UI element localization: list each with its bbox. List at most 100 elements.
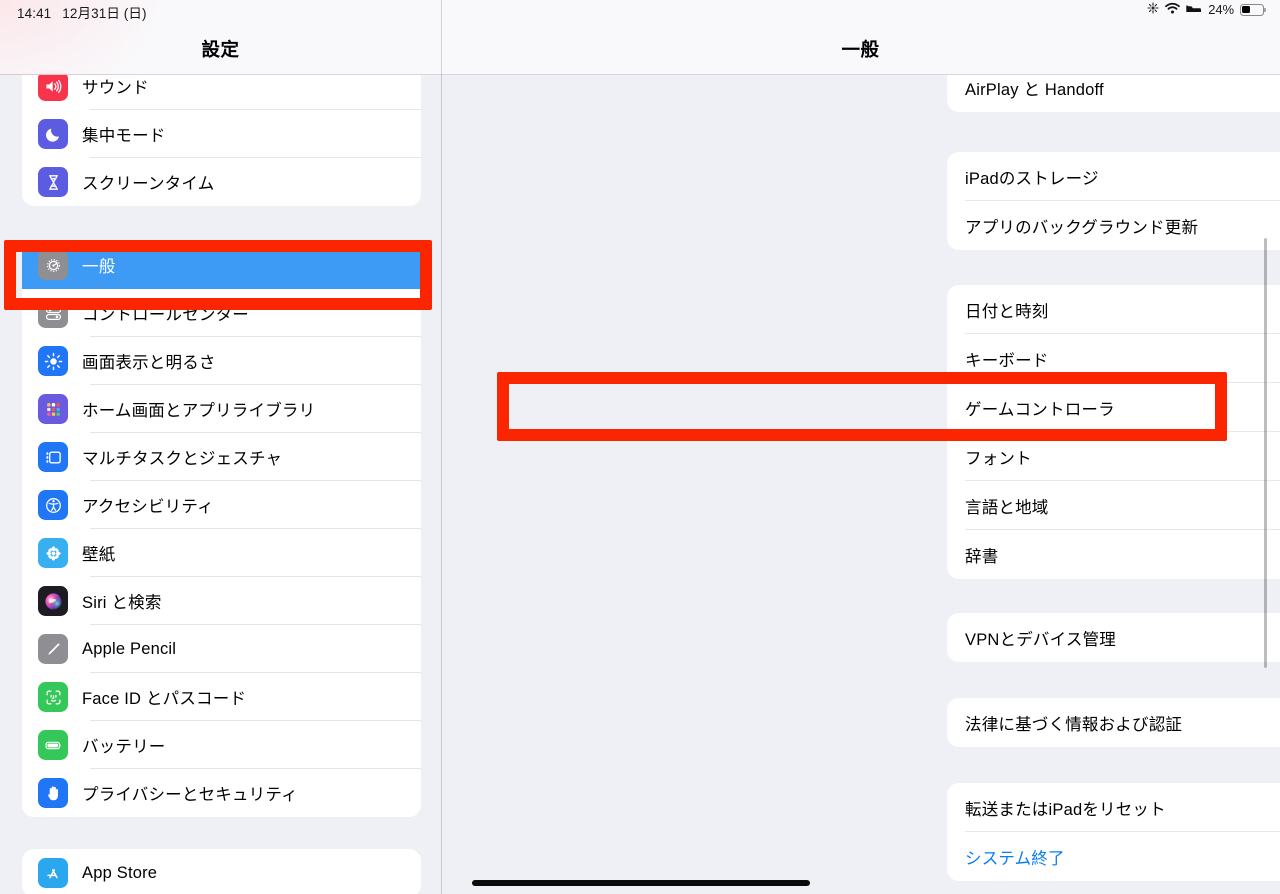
sparkle-icon	[1147, 2, 1159, 17]
sidebar-item-label: 壁紙	[82, 546, 116, 564]
general-detail-pane: AirPlay と Handoff iPadのストレージ アプリのバックグラウン…	[441, 0, 1280, 894]
brightness-icon	[38, 346, 68, 376]
sidebar-group-2: 一般 コントロールセンター 画面表示と明るさ ホーム画面とアプリライブラリ マル…	[22, 241, 421, 817]
sidebar-item-siri[interactable]: Siri と検索	[22, 577, 421, 625]
general-group-6: 転送またはiPadをリセット システム終了	[947, 783, 1280, 881]
general-row-vpn[interactable]: VPNとデバイス管理	[947, 613, 1280, 662]
speaker-icon	[38, 71, 68, 101]
general-row-label: キーボード	[965, 351, 1049, 370]
general-row-label: 言語と地域	[965, 498, 1049, 517]
battery-percent: 24%	[1208, 2, 1234, 17]
pencil-icon	[38, 634, 68, 664]
general-row-label: アプリのバックグラウンド更新	[965, 218, 1199, 237]
general-row-game-controller[interactable]: ゲームコントローラ	[947, 383, 1280, 432]
general-row-label: ゲームコントローラ	[965, 400, 1115, 419]
sidebar-item-label: アクセシビリティ	[82, 498, 214, 516]
sidebar-item-label: スクリーンタイム	[82, 175, 215, 193]
sidebar-item-label: App Store	[82, 863, 158, 882]
general-row-ipad[interactable]: iPadのストレージ	[947, 152, 1280, 201]
sidebar-item-general[interactable]: 一般	[22, 241, 421, 289]
sidebar-item-item5[interactable]: アクセシビリティ	[22, 481, 421, 529]
status-bar: 14:41 12月31日 (日) 24%	[0, 0, 1280, 22]
sidebar-item-item6[interactable]: 壁紙	[22, 529, 421, 577]
general-row-label: 辞書	[965, 547, 999, 566]
bed-icon	[1186, 2, 1202, 17]
status-bar-left: 14:41 12月31日 (日)	[17, 2, 147, 22]
sidebar-item-appstore[interactable]: App Store	[22, 849, 421, 894]
general-row-label: システム終了	[965, 849, 1065, 868]
general-row-r0[interactable]: 法律に基づく情報および認証	[947, 698, 1280, 747]
gear-icon	[38, 250, 68, 280]
wifi-icon	[1165, 2, 1181, 17]
sidebar-item-label: サウンド	[82, 79, 149, 97]
hourglass-icon	[38, 167, 68, 197]
general-row-r3[interactable]: フォント	[947, 432, 1280, 481]
appstore-icon	[38, 858, 68, 888]
general-group-3: 日付と時刻 キーボード ゲームコントローラ フォント 言語と地域 辞書	[947, 285, 1280, 579]
accessibility-icon	[38, 490, 68, 520]
sidebar-item-label: 集中モード	[82, 127, 166, 145]
hand-icon	[38, 778, 68, 808]
general-row-r5[interactable]: 辞書	[947, 530, 1280, 579]
sidebar-scroll-area[interactable]: サウンド集中モード スクリーンタイム 一般 コントロールセンター 画面表示と明る…	[0, 0, 441, 894]
sidebar-item-label: プライバシーとセキュリティ	[82, 786, 298, 804]
sidebar-item-label: ホーム画面とアプリライブラリ	[82, 402, 316, 420]
status-date: 12月31日 (日)	[62, 6, 147, 21]
wallpaper-icon	[38, 538, 68, 568]
sidebar-item-label: コントロールセンター	[82, 306, 249, 324]
general-row-label: 日付と時刻	[965, 302, 1049, 321]
battery-icon	[38, 730, 68, 760]
settings-sidebar-pane: サウンド集中モード スクリーンタイム 一般 コントロールセンター 画面表示と明る…	[0, 0, 441, 894]
sidebar-item-item1[interactable]: 集中モード	[22, 110, 421, 158]
battery-icon	[1240, 3, 1267, 16]
sidebar-item-applepencil[interactable]: Apple Pencil	[22, 625, 421, 673]
status-bar-right: 24%	[1147, 2, 1267, 17]
general-row-r1[interactable]: アプリのバックグラウンド更新	[947, 201, 1280, 250]
multitask-icon	[38, 442, 68, 472]
sidebar-item-item2[interactable]: スクリーンタイム	[22, 158, 421, 206]
sidebar-item-label: マルチタスクとジェスチャ	[82, 450, 283, 468]
sidebar-item-item2[interactable]: 画面表示と明るさ	[22, 337, 421, 385]
sidebar-group-3: App Store	[22, 849, 421, 894]
status-time: 14:41	[17, 6, 52, 21]
general-row-label: 転送またはiPadをリセット	[965, 800, 1166, 819]
general-row-label: iPadのストレージ	[965, 169, 1099, 188]
control-center-icon	[38, 298, 68, 328]
faceid-icon	[38, 682, 68, 712]
battery-fill	[1242, 5, 1251, 14]
home-indicator[interactable]	[472, 880, 810, 886]
sidebar-title: 設定	[201, 39, 240, 60]
general-row-r1[interactable]: キーボード	[947, 334, 1280, 383]
general-scroll-area[interactable]: AirPlay と Handoff iPadのストレージ アプリのバックグラウン…	[441, 0, 1280, 894]
siri-icon	[38, 586, 68, 616]
pane-divider	[441, 0, 442, 894]
general-row-label: フォント	[965, 449, 1032, 468]
general-row-r4[interactable]: 言語と地域	[947, 481, 1280, 530]
sidebar-item-item10[interactable]: バッテリー	[22, 721, 421, 769]
general-group-2: iPadのストレージ アプリのバックグラウンド更新	[947, 152, 1280, 250]
moon-icon	[38, 119, 68, 149]
sidebar-item-label: Face ID とパスコード	[82, 690, 247, 708]
general-row-label: VPNとデバイス管理	[965, 630, 1116, 649]
sidebar-item-label: Apple Pencil	[82, 639, 177, 658]
sidebar-item-faceid[interactable]: Face ID とパスコード	[22, 673, 421, 721]
general-row-ipad[interactable]: 転送またはiPadをリセット	[947, 783, 1280, 832]
general-group-5: 法律に基づく情報および認証	[947, 698, 1280, 747]
sidebar-item-item11[interactable]: プライバシーとセキュリティ	[22, 769, 421, 817]
sidebar-item-label: 一般	[82, 258, 116, 276]
vertical-scrollbar[interactable]	[1264, 238, 1267, 668]
general-row-label: AirPlay と Handoff	[965, 80, 1104, 99]
sidebar-item-item3[interactable]: ホーム画面とアプリライブラリ	[22, 385, 421, 433]
app-grid-icon	[38, 394, 68, 424]
sidebar-item-label: バッテリー	[82, 738, 166, 756]
sidebar-item-item1[interactable]: コントロールセンター	[22, 289, 421, 337]
general-group-4: VPNとデバイス管理	[947, 613, 1280, 662]
sidebar-group-1: サウンド集中モード スクリーンタイム	[22, 62, 421, 206]
ipad-settings-screen: サウンド集中モード スクリーンタイム 一般 コントロールセンター 画面表示と明る…	[0, 0, 1280, 894]
sidebar-item-label: 画面表示と明るさ	[82, 354, 216, 372]
sidebar-item-label: Siri と検索	[82, 594, 162, 612]
sidebar-item-item4[interactable]: マルチタスクとジェスチャ	[22, 433, 421, 481]
general-row-label: 法律に基づく情報および認証	[965, 715, 1183, 734]
general-row-r1[interactable]: システム終了	[947, 832, 1280, 881]
general-row-r0[interactable]: 日付と時刻	[947, 285, 1280, 334]
